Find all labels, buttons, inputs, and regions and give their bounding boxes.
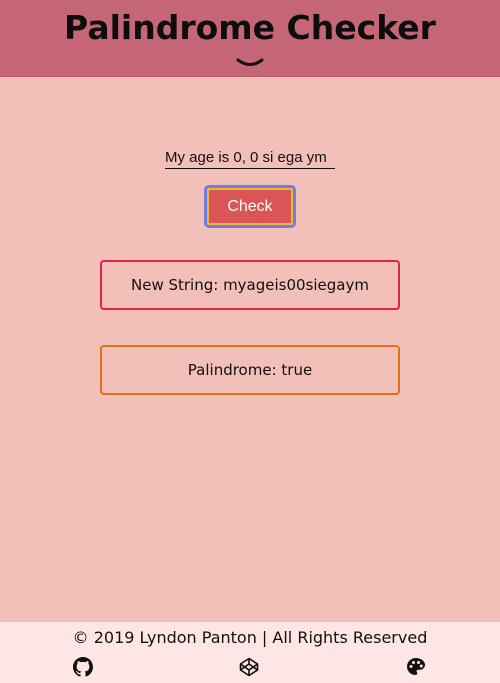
palette-icon[interactable] — [406, 657, 426, 677]
string-input[interactable] — [165, 146, 335, 168]
header: Palindrome Checker — [0, 0, 500, 77]
page-title: Palindrome Checker — [64, 8, 436, 47]
check-button[interactable]: Check — [207, 188, 293, 225]
chevron-down-icon[interactable] — [235, 56, 265, 70]
codepen-icon[interactable] — [239, 657, 259, 677]
copyright-text: © 2019 Lyndon Panton | All Rights Reserv… — [72, 628, 428, 647]
palindrome-result: Palindrome: true — [100, 345, 400, 395]
github-icon[interactable] — [73, 657, 93, 677]
new-string-result: New String: myageis00siegaym — [100, 260, 400, 310]
string-input-wrapper — [165, 146, 335, 169]
footer: © 2019 Lyndon Panton | All Rights Reserv… — [0, 622, 500, 683]
